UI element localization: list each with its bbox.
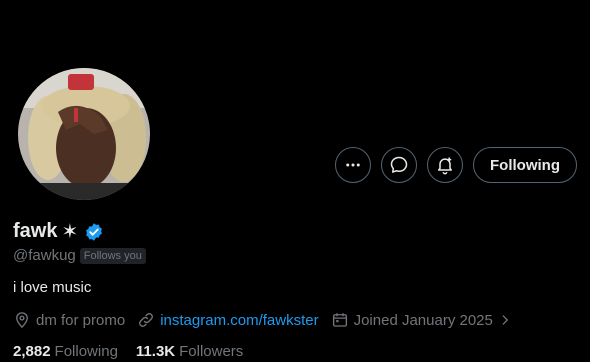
more-icon [346, 163, 360, 167]
more-button[interactable] [335, 147, 372, 183]
joined-item[interactable]: Joined January 2025 [331, 311, 512, 329]
link-icon [139, 313, 154, 327]
handle-row: @fawkug Follows you [13, 247, 146, 264]
display-name: fawk [13, 220, 58, 242]
profile-page: Following fawk ✶ @fawkug Follows you i l… [0, 0, 590, 362]
verified-badge-icon[interactable] [84, 222, 104, 242]
profile-avatar[interactable] [16, 66, 152, 202]
followers-stat[interactable]: 11.3K Followers [136, 343, 243, 360]
joined-date: Joined January 2025 [353, 311, 493, 329]
profile-actions: Following [335, 147, 577, 183]
following-label: Following [54, 343, 118, 360]
website-link[interactable]: instagram.com/fawkster [160, 312, 318, 329]
followers-count: 11.3K [135, 343, 176, 360]
following-stat[interactable]: 2,882 Following [13, 343, 118, 360]
location-pin-icon [16, 312, 28, 329]
avatar-photo [18, 68, 150, 200]
website-item: instagram.com/fawkster [137, 311, 319, 329]
chevron-right-icon [502, 315, 508, 325]
message-button[interactable] [381, 147, 418, 183]
bell-icon [438, 157, 453, 175]
following-button[interactable]: Following [473, 147, 577, 183]
notify-button[interactable] [427, 147, 464, 183]
name-symbol: ✶ [61, 221, 79, 243]
calendar-icon [332, 313, 347, 327]
name-row: fawk ✶ [13, 219, 104, 244]
profile-bio: i love music [13, 279, 92, 296]
user-handle: @fawkug [13, 247, 76, 264]
follows-you-badge: Follows you [79, 247, 146, 264]
following-count: 2,882 [13, 343, 51, 360]
profile-meta: dm for promo instagram.com/fawkster Join… [13, 311, 512, 329]
followers-label: Followers [179, 343, 244, 360]
profile-stats: 2,882 Following 11.3K Followers [13, 343, 243, 360]
location-item: dm for promo [13, 311, 125, 329]
location-text: dm for promo [36, 311, 126, 329]
message-icon [390, 156, 408, 173]
